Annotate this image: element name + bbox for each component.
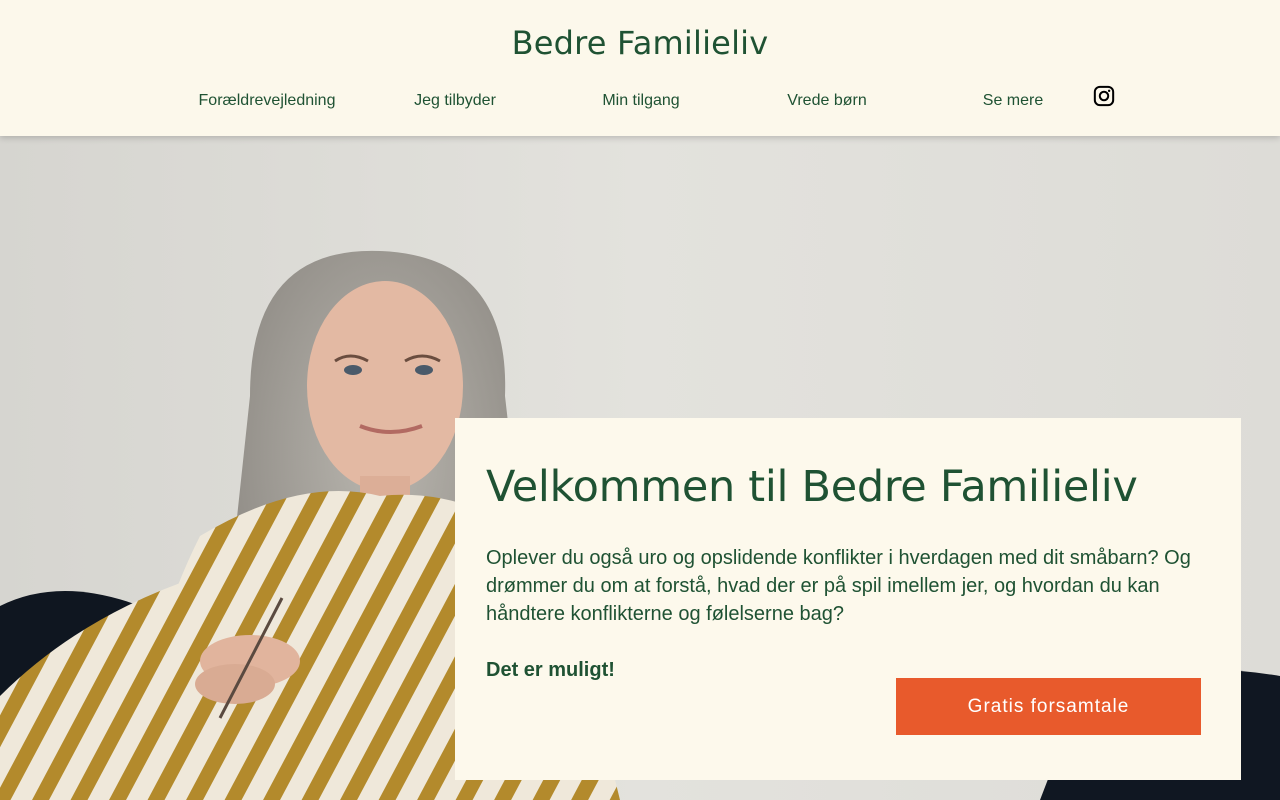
site-header: Bedre Familieliv Forældrevejledning Jeg … — [0, 0, 1280, 136]
main-nav: Forældrevejledning Jeg tilbyder Min tilg… — [160, 90, 1060, 112]
nav-item-se-mere[interactable]: Se mere — [913, 90, 1113, 112]
nav-item-min-tilgang[interactable]: Min tilgang — [541, 90, 741, 112]
welcome-heading: Velkommen til Bedre Familieliv — [486, 462, 1138, 512]
free-consultation-button[interactable]: Gratis forsamtale — [896, 678, 1201, 735]
nav-item-foraeldrevejledning[interactable]: Forældrevejledning — [167, 90, 367, 112]
nav-item-jeg-tilbyder[interactable]: Jeg tilbyder — [355, 90, 555, 112]
welcome-card: Velkommen til Bedre Familieliv Oplever d… — [455, 418, 1241, 780]
welcome-emphasis: Det er muligt! — [486, 659, 615, 681]
nav-item-vrede-boern[interactable]: Vrede børn — [727, 90, 927, 112]
welcome-text: Oplever du også uro og opslidende konfli… — [486, 547, 1191, 625]
instagram-icon[interactable] — [1093, 85, 1115, 107]
site-title[interactable]: Bedre Familieliv — [0, 24, 1280, 62]
